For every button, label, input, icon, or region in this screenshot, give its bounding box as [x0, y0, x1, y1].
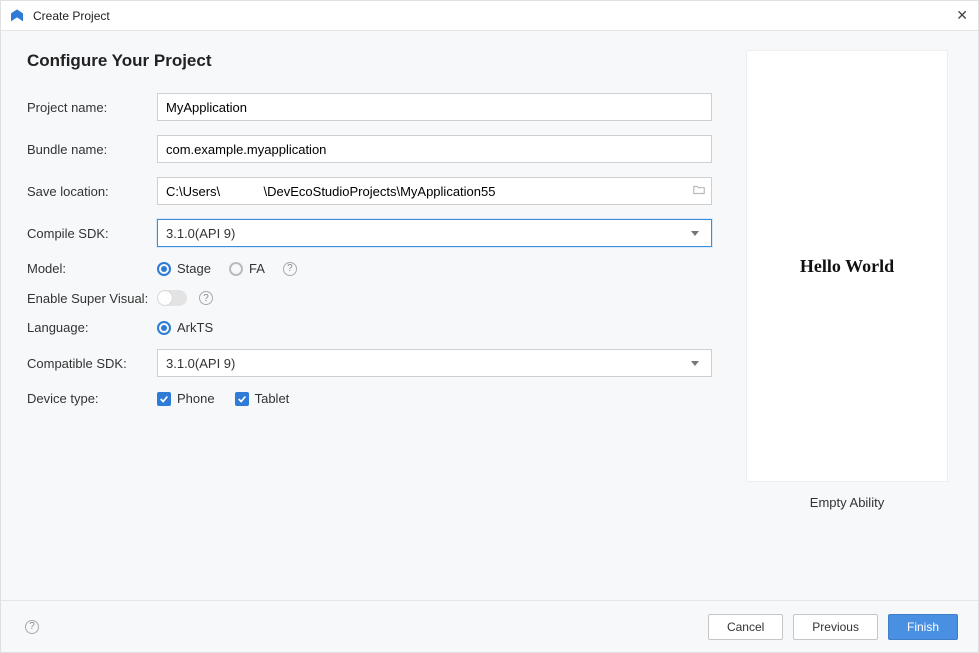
- compatible-sdk-value: 3.1.0(API 9): [166, 356, 235, 371]
- checkbox-icon: [235, 392, 249, 406]
- footer: ? Cancel Previous Finish: [1, 600, 978, 652]
- model-radio-fa[interactable]: FA: [229, 261, 265, 276]
- window-title: Create Project: [33, 9, 110, 23]
- row-model: Model: Stage FA ?: [27, 261, 712, 276]
- device-tablet-label: Tablet: [255, 391, 290, 406]
- content-area: Configure Your Project Project name: Bun…: [1, 31, 978, 600]
- compile-sdk-select[interactable]: 3.1.0(API 9): [157, 219, 712, 247]
- device-checkbox-phone[interactable]: Phone: [157, 391, 215, 406]
- label-language: Language:: [27, 320, 157, 335]
- browse-folder-icon[interactable]: [692, 183, 706, 200]
- row-language: Language: ArkTS: [27, 320, 712, 335]
- compatible-sdk-select[interactable]: 3.1.0(API 9): [157, 349, 712, 377]
- language-radio-arkts[interactable]: ArkTS: [157, 320, 213, 335]
- finish-button[interactable]: Finish: [888, 614, 958, 640]
- page-heading: Configure Your Project: [27, 51, 712, 71]
- label-model: Model:: [27, 261, 157, 276]
- preview-area: Hello World Empty Ability: [742, 51, 952, 590]
- title-bar: Create Project ✕: [1, 1, 978, 31]
- row-enable-super-visual: Enable Super Visual: ?: [27, 290, 712, 306]
- bundle-name-input[interactable]: [157, 135, 712, 163]
- preview-caption: Empty Ability: [810, 495, 884, 510]
- label-device-type: Device type:: [27, 391, 157, 406]
- label-project-name: Project name:: [27, 100, 157, 115]
- label-bundle-name: Bundle name:: [27, 142, 157, 157]
- row-compile-sdk: Compile SDK: 3.1.0(API 9): [27, 219, 712, 247]
- radio-dot-icon: [157, 321, 171, 335]
- row-device-type: Device type: Phone Tablet: [27, 391, 712, 406]
- label-compile-sdk: Compile SDK:: [27, 226, 157, 241]
- language-arkts-label: ArkTS: [177, 320, 213, 335]
- radio-dot-icon: [229, 262, 243, 276]
- label-save-location: Save location:: [27, 184, 157, 199]
- chevron-down-icon: [691, 231, 699, 236]
- chevron-down-icon: [691, 361, 699, 366]
- footer-buttons: Cancel Previous Finish: [708, 614, 958, 640]
- help-icon[interactable]: ?: [283, 262, 297, 276]
- row-compatible-sdk: Compatible SDK: 3.1.0(API 9): [27, 349, 712, 377]
- project-name-input[interactable]: [157, 93, 712, 121]
- row-project-name: Project name:: [27, 93, 712, 121]
- row-save-location: Save location:: [27, 177, 712, 205]
- preview-canvas: Hello World: [747, 51, 947, 481]
- close-icon[interactable]: ✕: [956, 7, 968, 24]
- label-compatible-sdk: Compatible SDK:: [27, 356, 157, 371]
- save-location-input[interactable]: [157, 177, 712, 205]
- model-stage-label: Stage: [177, 261, 211, 276]
- label-enable-super-visual: Enable Super Visual:: [27, 291, 157, 306]
- preview-text: Hello World: [800, 256, 894, 277]
- radio-dot-icon: [157, 262, 171, 276]
- previous-button[interactable]: Previous: [793, 614, 878, 640]
- device-checkbox-tablet[interactable]: Tablet: [235, 391, 290, 406]
- device-phone-label: Phone: [177, 391, 215, 406]
- form-area: Configure Your Project Project name: Bun…: [27, 51, 742, 590]
- model-fa-label: FA: [249, 261, 265, 276]
- cancel-button[interactable]: Cancel: [708, 614, 783, 640]
- help-icon[interactable]: ?: [25, 620, 39, 634]
- model-radio-stage[interactable]: Stage: [157, 261, 211, 276]
- super-visual-toggle[interactable]: [157, 290, 187, 306]
- app-logo-icon: [9, 8, 25, 24]
- help-icon[interactable]: ?: [199, 291, 213, 305]
- compile-sdk-value: 3.1.0(API 9): [166, 226, 235, 241]
- checkbox-icon: [157, 392, 171, 406]
- row-bundle-name: Bundle name:: [27, 135, 712, 163]
